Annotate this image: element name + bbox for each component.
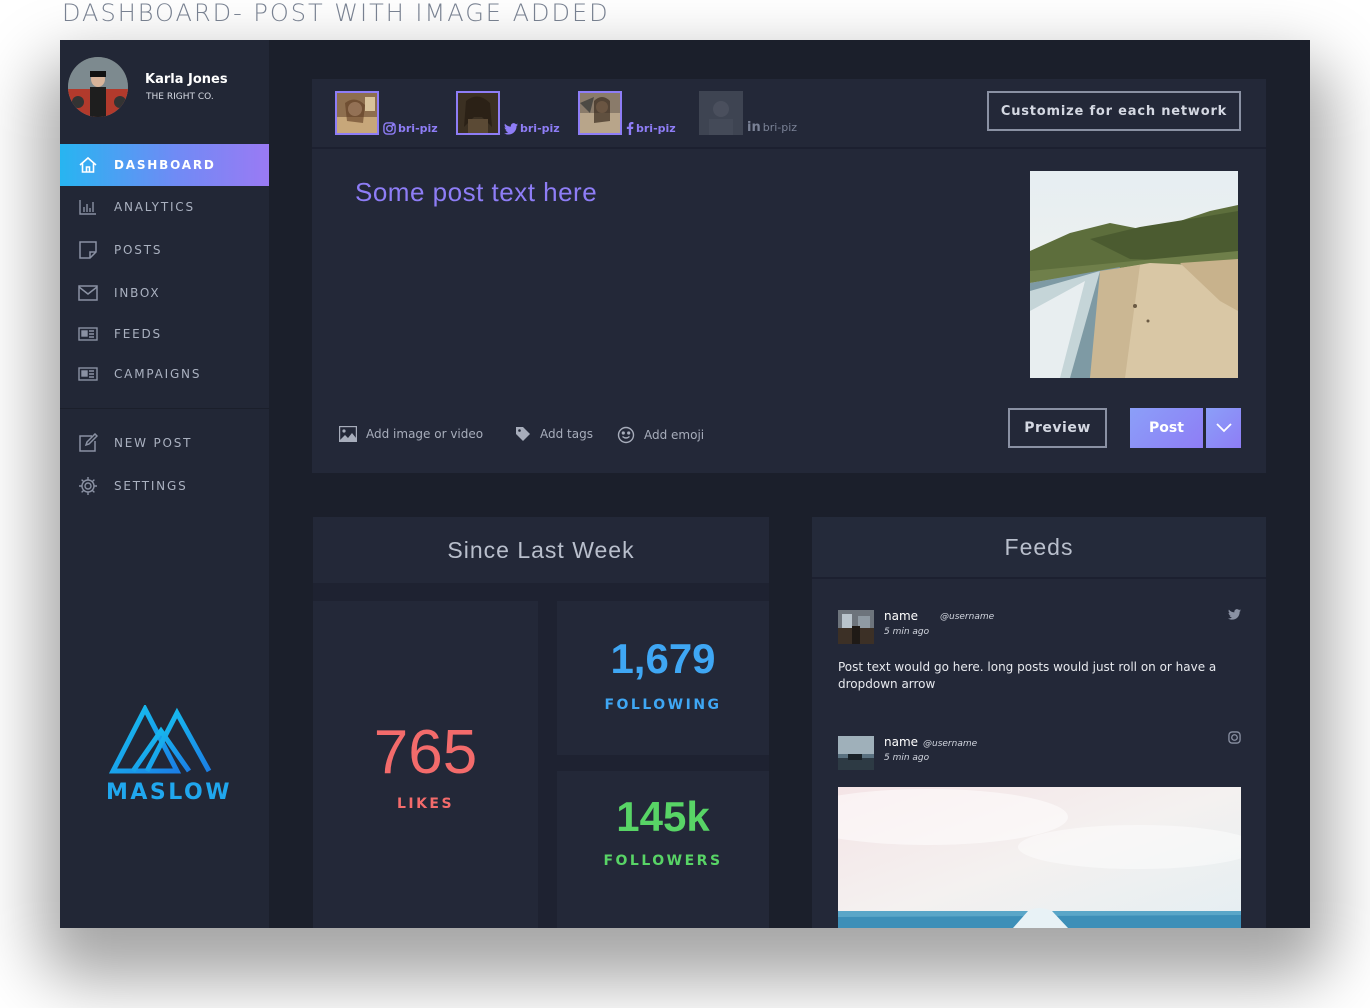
instagram-icon [1228,729,1241,748]
stats-title: Since Last Week [313,517,769,583]
account-avatar [335,91,379,135]
customize-network-button[interactable]: Customize for each network [987,91,1241,131]
feed-avatar[interactable] [838,736,874,770]
account-label: in bri-piz [747,120,798,135]
account-twitter[interactable]: bri-piz [456,91,560,135]
feeds-card: Feeds name @username 5 min ago Post text… [812,517,1266,928]
likes-value: 765 [373,718,478,787]
nav-feeds[interactable]: FEEDS [60,313,269,355]
likes-label: LIKES [396,796,455,812]
nav-inbox[interactable]: INBOX [60,272,269,314]
envelope-icon [78,283,98,303]
nav-label: CAMPAIGNS [114,367,202,381]
following-stat: 1,679 FOLLOWING [557,601,769,755]
nav-campaigns[interactable]: CAMPAIGNS [60,353,269,395]
image-icon [339,426,357,442]
user-company: THE RIGHT CO. [146,92,214,102]
account-label: bri-piz [504,122,560,135]
feeds-title: Feeds [812,517,1266,579]
bar-chart-icon [78,197,98,217]
emoji-icon [617,426,635,444]
logo-text: MASLOW [106,780,232,805]
followers-stat: 145k FOLLOWERS [557,771,769,928]
avatar[interactable] [68,57,128,117]
feed-username[interactable]: @username [923,739,977,749]
maslow-logo-icon [105,703,225,781]
nav-label: POSTS [114,243,163,257]
feed-avatar[interactable] [838,610,874,644]
twitter-icon [1228,605,1241,624]
post-options-dropdown[interactable] [1206,408,1241,448]
nav-label: NEW POST [114,436,193,450]
following-label: FOLLOWING [604,697,722,713]
linkedin-icon: in [747,120,761,135]
nav-new-post[interactable]: NEW POST [60,422,269,464]
composer-header: bri-piz bri-piz bri-piz in bri-piz Custo… [312,79,1266,149]
feed-post-image[interactable] [838,787,1241,928]
account-label: bri-piz [626,122,676,135]
post-composer: bri-piz bri-piz bri-piz in bri-piz Custo… [312,79,1266,473]
feed-post-text: Post text would go here. long posts woul… [838,660,1217,691]
feed-name[interactable]: name [884,609,918,623]
account-label: bri-piz [383,122,438,135]
home-icon [78,155,98,175]
likes-stat: 765 LIKES [313,601,538,928]
account-linkedin[interactable]: in bri-piz [699,91,797,135]
attached-image[interactable] [1030,171,1238,378]
nav-label: SETTINGS [114,479,188,493]
stats-card: Since Last Week 765 LIKES 1,679 FOLLOWIN… [313,517,769,928]
newspaper-icon [78,324,98,344]
account-instagram[interactable]: bri-piz [335,91,438,135]
account-avatar [578,91,622,135]
twitter-icon [504,122,518,135]
note-icon [78,240,98,260]
following-value: 1,679 [610,635,716,682]
tag-icon [516,427,530,441]
add-tags-button[interactable]: Add tags [515,426,593,442]
account-facebook[interactable]: bri-piz [578,91,676,135]
post-button[interactable]: Post [1130,408,1203,448]
nav-analytics[interactable]: ANALYTICS [60,186,269,228]
feed-time: 5 min ago [884,753,930,763]
feed-username[interactable]: @username [940,612,994,622]
nav-divider [60,408,269,409]
nav-label: FEEDS [114,327,162,341]
user-name: Karla Jones [145,72,228,87]
gear-icon [78,476,98,496]
nav-dashboard[interactable]: DASHBOARD [60,144,269,186]
feed-time: 5 min ago [884,627,930,637]
nav-posts[interactable]: POSTS [60,229,269,271]
edit-icon [78,433,98,453]
preview-button[interactable]: Preview [1008,408,1107,448]
app-window: Karla Jones THE RIGHT CO. DASHBOARD ANAL… [60,40,1310,928]
nav-label: DASHBOARD [114,158,216,172]
sidebar: Karla Jones THE RIGHT CO. DASHBOARD ANAL… [60,40,269,928]
post-text-input[interactable]: Some post text here [355,177,597,208]
newspaper-icon [78,364,98,384]
account-avatar [456,91,500,135]
facebook-icon [626,122,634,135]
followers-label: FOLLOWERS [603,853,723,869]
add-emoji-button[interactable]: Add emoji [617,426,704,444]
add-image-button[interactable]: Add image or video [339,426,483,442]
followers-value: 145k [616,793,710,840]
instagram-icon [383,122,396,135]
page-title: DASHBOARD- POST WITH IMAGE ADDED [62,0,610,27]
feed-name[interactable]: name [884,735,918,749]
account-avatar [699,91,743,135]
nav-settings[interactable]: SETTINGS [60,465,269,507]
chevron-down-icon [1215,423,1232,433]
nav-label: INBOX [114,286,161,300]
nav-label: ANALYTICS [114,200,195,214]
